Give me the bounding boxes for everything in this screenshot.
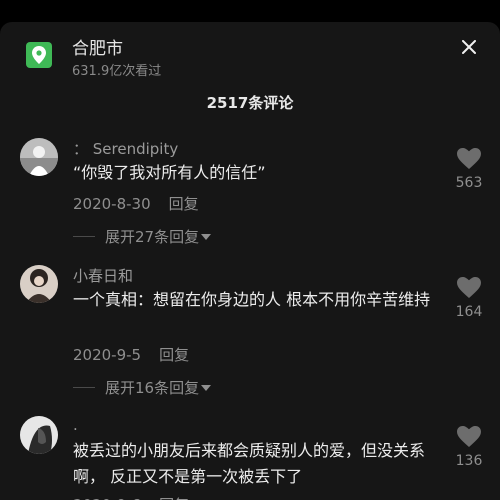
comment-username[interactable]: ： Serendipity bbox=[73, 138, 178, 159]
comment-text: 被丢过的小朋友后来都会质疑别人的爱，但没关系啊， 反正又不是第一次被丢下了 bbox=[73, 441, 426, 486]
expand-replies-button[interactable]: 展开16条回复 bbox=[73, 377, 212, 398]
like-count: 563 bbox=[455, 175, 483, 191]
comment-item: 小春日和 一个真相：想留在你身边的人 根本不用你辛苦维持 2020-9-5 回复 … bbox=[0, 265, 500, 415]
map-pin-icon[interactable] bbox=[26, 42, 52, 68]
like-count: 136 bbox=[455, 453, 483, 469]
reply-button[interactable]: 回复 bbox=[159, 346, 189, 364]
reply-button[interactable]: 回复 bbox=[159, 496, 189, 500]
divider bbox=[73, 236, 95, 237]
comment-text: “你毁了我对所有人的信任” bbox=[73, 163, 266, 182]
location-title[interactable]: 合肥市 bbox=[72, 34, 123, 59]
heart-icon bbox=[457, 277, 481, 298]
like-button[interactable]: 164 bbox=[452, 277, 486, 320]
like-button[interactable]: 136 bbox=[452, 426, 486, 469]
comment-date: 2020-9-5 bbox=[73, 346, 142, 364]
comment-date: 2020-8-30 bbox=[73, 195, 151, 213]
comment-sheet: 合肥市 631.9亿次看过 2517条评论 ： Serendipity “你毁了… bbox=[0, 22, 500, 500]
comment-meta: 2020-9-6 回复 bbox=[73, 494, 189, 500]
comment-username[interactable]: . bbox=[73, 416, 78, 434]
chevron-down-icon bbox=[201, 384, 212, 391]
avatar[interactable] bbox=[20, 416, 58, 454]
divider bbox=[73, 387, 95, 388]
expand-replies-button[interactable]: 展开27条回复 bbox=[73, 226, 212, 247]
location-views: 631.9亿次看过 bbox=[72, 64, 162, 79]
chevron-down-icon bbox=[201, 233, 212, 240]
comment-username[interactable]: 小春日和 bbox=[73, 265, 133, 286]
comment-text: 一个真相：想留在你身边的人 根本不用你辛苦维持 bbox=[73, 290, 431, 309]
expand-replies-label: 展开16条回复 bbox=[105, 379, 200, 397]
like-button[interactable]: 563 bbox=[452, 148, 486, 191]
avatar[interactable] bbox=[20, 265, 58, 303]
comment-date: 2020-9-6 bbox=[73, 496, 141, 500]
comment-count-title: 2517条评论 bbox=[206, 94, 294, 112]
comment-item: . 被丢过的小朋友后来都会质疑别人的爱，但没关系啊， 反正又不是第一次被丢下了 … bbox=[0, 416, 500, 500]
location-header: 合肥市 631.9亿次看过 2517条评论 bbox=[0, 22, 500, 132]
comment-item: ： Serendipity “你毁了我对所有人的信任” 2020-8-30 回复 … bbox=[0, 138, 500, 268]
heart-icon bbox=[457, 426, 481, 447]
like-count: 164 bbox=[455, 304, 483, 320]
expand-replies-label: 展开27条回复 bbox=[105, 228, 200, 246]
reply-button[interactable]: 回复 bbox=[169, 195, 199, 213]
close-icon[interactable] bbox=[456, 34, 482, 60]
avatar[interactable] bbox=[20, 138, 58, 176]
comment-meta: 2020-8-30 回复 bbox=[73, 193, 199, 214]
heart-icon bbox=[457, 148, 481, 169]
comment-meta: 2020-9-5 回复 bbox=[73, 344, 189, 365]
